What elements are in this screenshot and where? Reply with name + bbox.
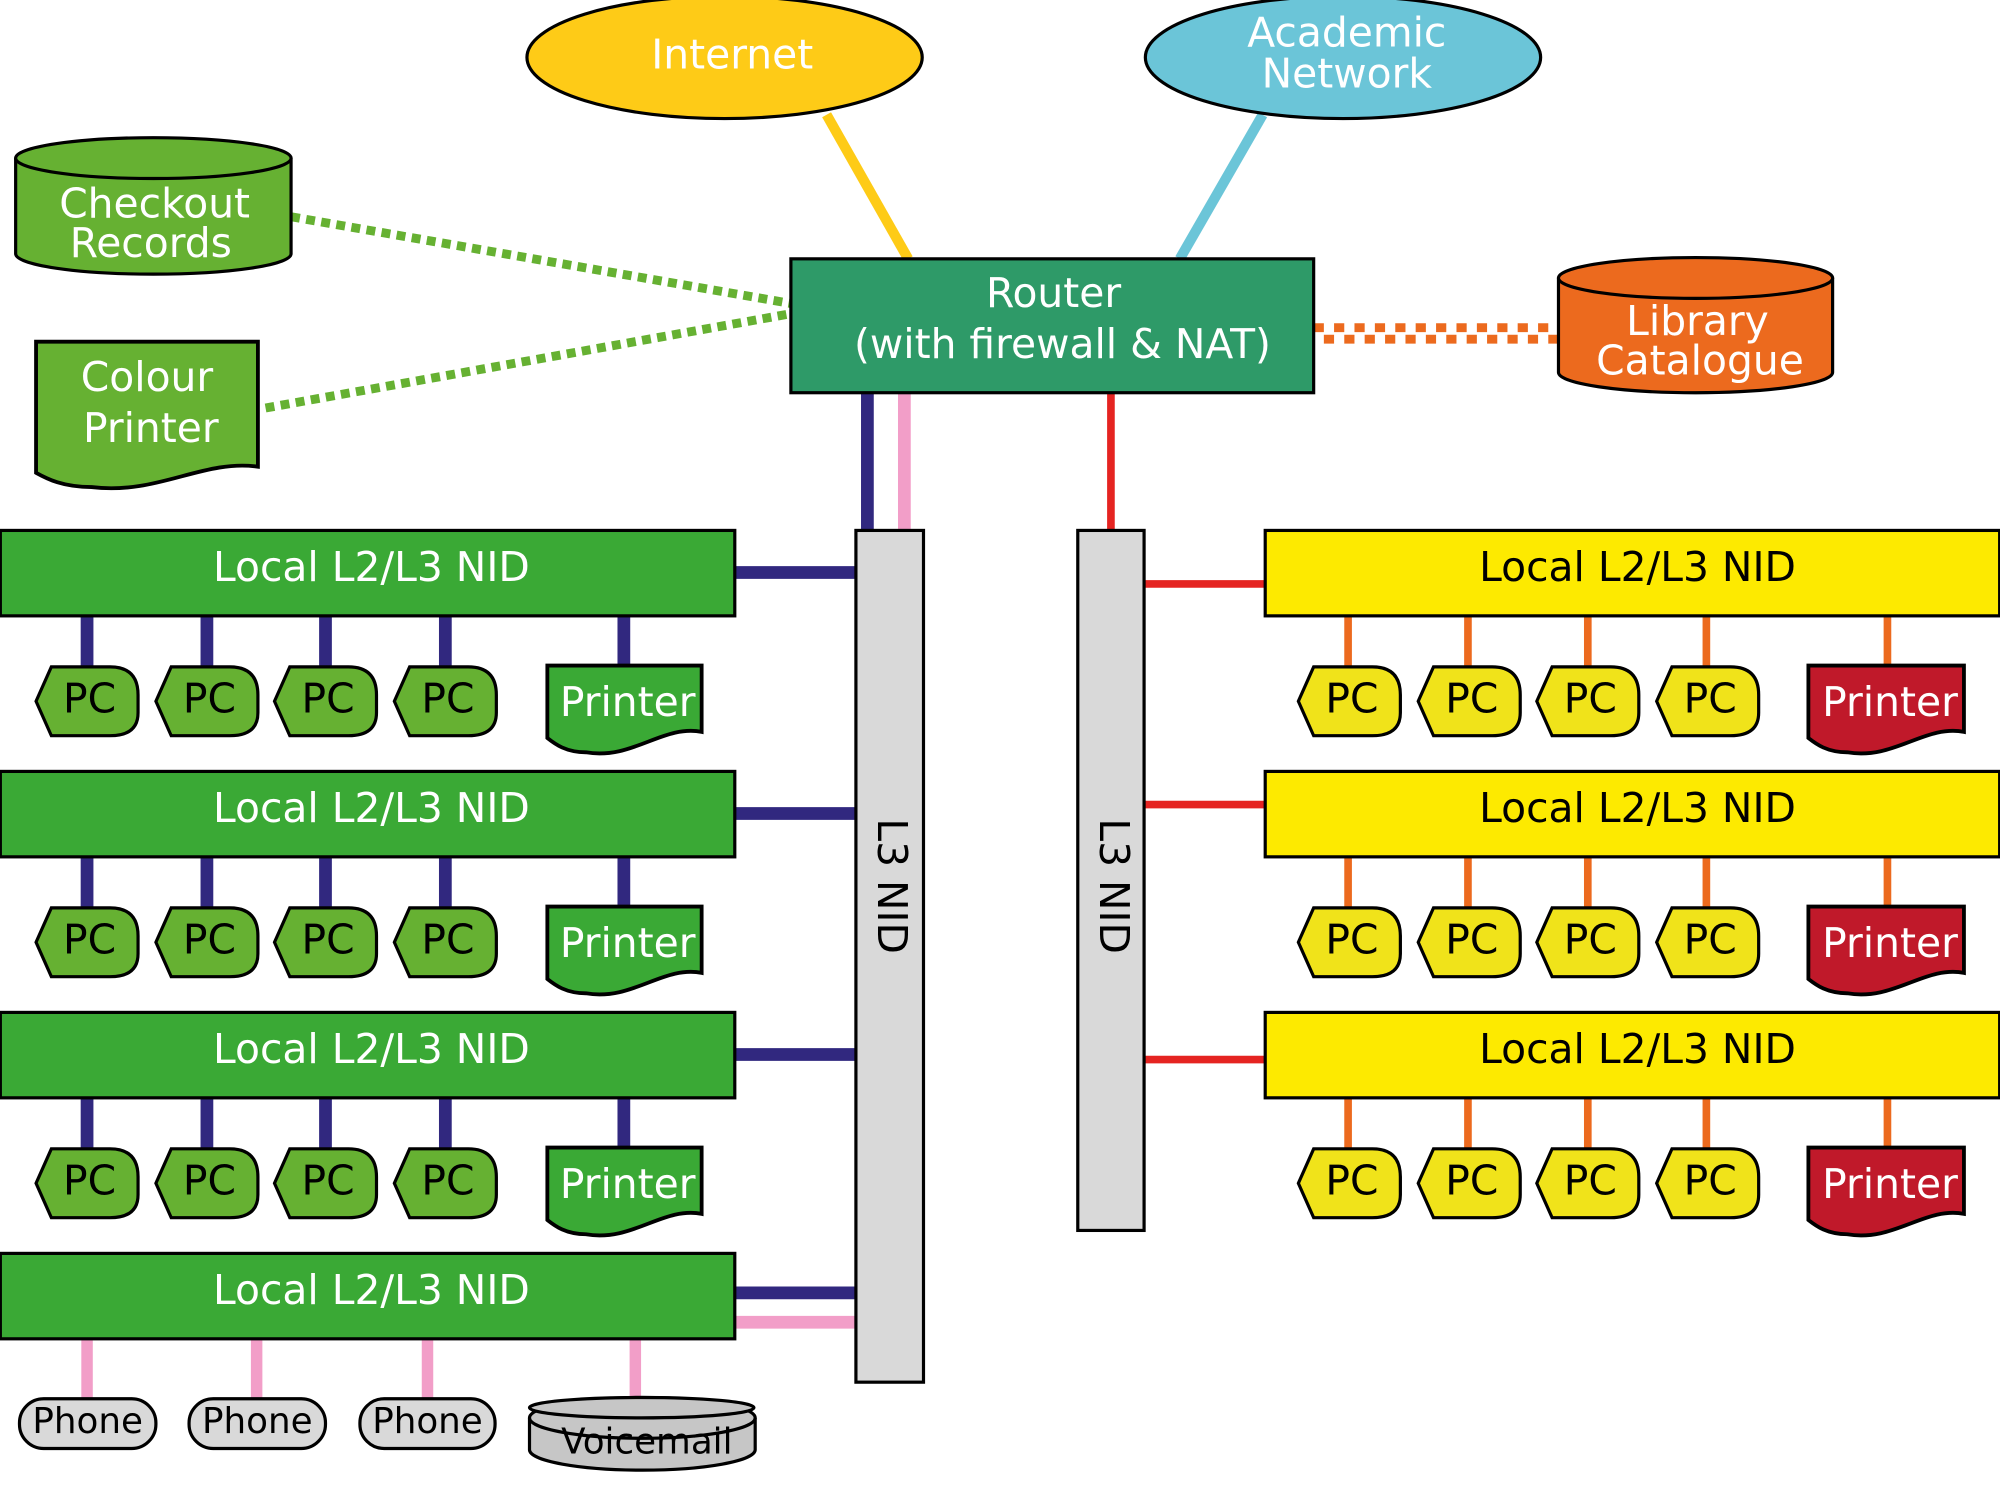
local-nid-label: Local L2/L3 NID (1479, 543, 1796, 591)
academic-label-line2: Network (1262, 50, 1433, 98)
pc-label: PC (1325, 1156, 1378, 1204)
academic-link (1175, 112, 1268, 262)
printer-label: Printer (1822, 1160, 1958, 1208)
pc-label: PC (183, 674, 236, 722)
colour-printer-label-line1: Colour (81, 353, 214, 401)
pc-label: PC (421, 674, 474, 722)
pc-label: PC (301, 1156, 354, 1204)
printer-label: Printer (1822, 678, 1958, 726)
l3-nid-left (854, 528, 926, 1384)
pc-label: PC (63, 915, 116, 963)
router-label: Router (986, 269, 1121, 317)
network-diagram: Internet AcademicNetworkRouter(with firew… (0, 0, 2000, 1472)
pc-label: PC (1564, 1156, 1617, 1204)
pc-label: PC (1684, 915, 1737, 963)
voicemail-label: Voicemail (561, 1421, 732, 1462)
checkout-label-line2: Records (70, 219, 232, 267)
pc-label: PC (421, 915, 474, 963)
printer-label: Printer (1822, 919, 1958, 967)
pc-label: PC (301, 915, 354, 963)
cylinder-top (1556, 255, 1835, 300)
pc-label: PC (1445, 1156, 1498, 1204)
colour-printer-label-line2: Printer (83, 404, 219, 452)
pc-label: PC (183, 915, 236, 963)
pc-label: PC (421, 1156, 474, 1204)
l3-nid-right-label: L3 NID (1090, 818, 1138, 954)
local-nid-label: Local L2/L3 NID (213, 784, 530, 832)
checkout-link (290, 212, 792, 308)
pc-label: PC (1684, 1156, 1737, 1204)
internet-link (822, 112, 913, 262)
pc-label: PC (1564, 674, 1617, 722)
printer-label: Printer (560, 678, 696, 726)
local-nid-label: Local L2/L3 NID (213, 1266, 530, 1314)
printer-label: Printer (560, 1160, 696, 1208)
local-nid-label: Local L2/L3 NID (213, 1025, 530, 1073)
colour-printer-link (264, 309, 792, 413)
pc-label: PC (1445, 915, 1498, 963)
catalogue-label-line2: Catalogue (1596, 336, 1804, 384)
local-nid-label: Local L2/L3 NID (1479, 1025, 1796, 1073)
printer-label: Printer (560, 919, 696, 967)
internet-label: Internet (651, 30, 813, 78)
pc-label: PC (1325, 674, 1378, 722)
pc-label: PC (1564, 915, 1617, 963)
phone-label: Phone (32, 1401, 143, 1442)
l3-nid-left-label: L3 NID (868, 818, 916, 954)
voicemail-top (527, 1395, 756, 1420)
pc-label: PC (1684, 674, 1737, 722)
pc-label: PC (183, 1156, 236, 1204)
cylinder-top (14, 136, 293, 181)
pc-label: PC (63, 674, 116, 722)
pc-label: PC (1445, 674, 1498, 722)
phone-label: Phone (202, 1401, 313, 1442)
pc-label: PC (63, 1156, 116, 1204)
router-sublabel: (with firewall & NAT) (854, 320, 1271, 368)
local-nid-label: Local L2/L3 NID (213, 543, 530, 591)
local-nid-label: Local L2/L3 NID (1479, 784, 1796, 832)
phone-label: Phone (372, 1401, 483, 1442)
pc-label: PC (301, 674, 354, 722)
pc-label: PC (1325, 915, 1378, 963)
